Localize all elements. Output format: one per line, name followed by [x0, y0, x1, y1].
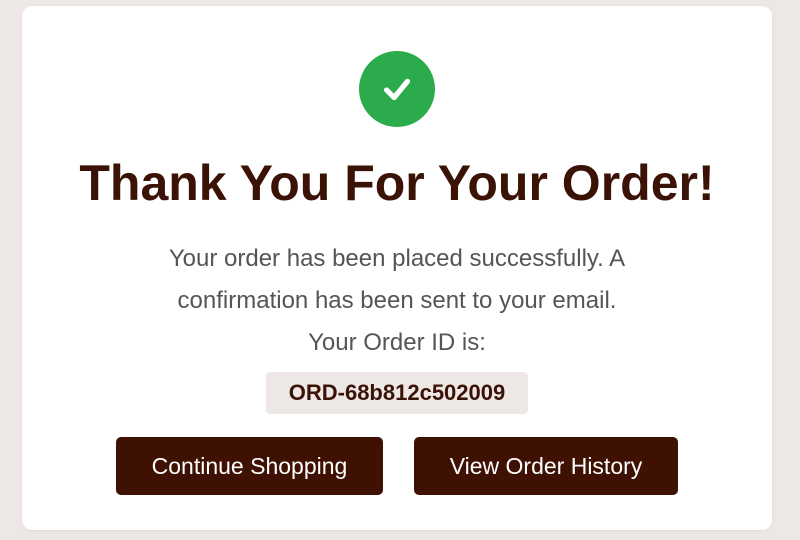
message-line-2: confirmation has been sent to your email… [177, 287, 617, 314]
order-confirmation-card: Thank You For Your Order! Your order has… [22, 6, 772, 530]
page-title: Thank You For Your Order! [79, 155, 715, 211]
confirmation-message: Your order has been placed successfully.… [122, 238, 672, 364]
checkmark-icon [383, 78, 411, 101]
order-id-badge: ORD-68b812c502009 [266, 372, 528, 414]
check-circle-icon [359, 51, 435, 127]
continue-shopping-button[interactable]: Continue Shopping [116, 437, 383, 495]
message-line-3: Your Order ID is: [308, 329, 486, 356]
message-line-1: Your order has been placed successfully.… [168, 245, 626, 272]
view-order-history-button[interactable]: View Order History [414, 437, 678, 495]
